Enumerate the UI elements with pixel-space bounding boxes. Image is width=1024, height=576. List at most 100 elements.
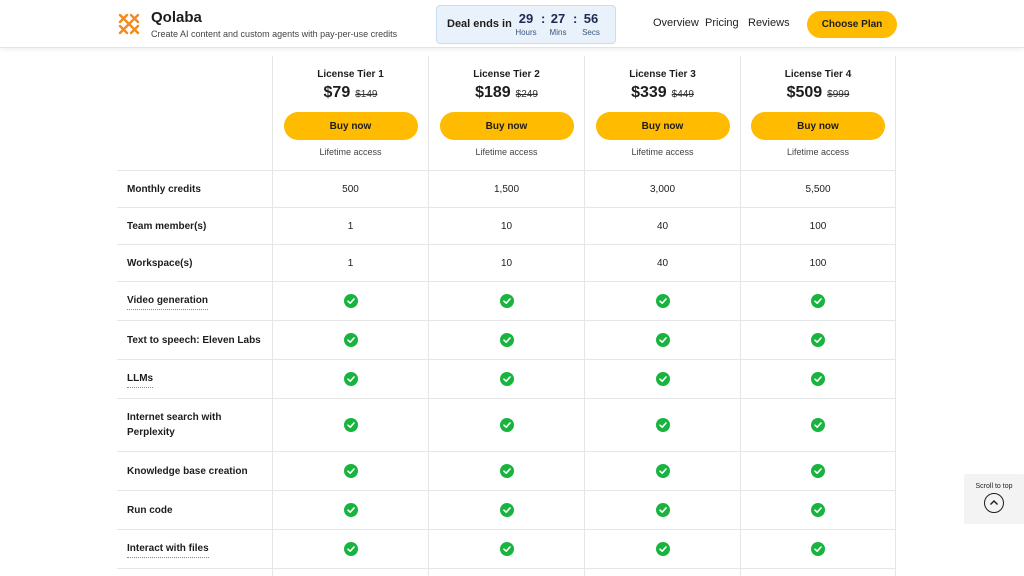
mins-label: Mins [549, 28, 567, 37]
feature-value [741, 569, 896, 576]
feature-check-cell [273, 530, 429, 568]
check-circle-icon [343, 464, 358, 478]
nav-overview[interactable]: Overview [653, 17, 699, 29]
check-circle-icon [811, 294, 825, 308]
buy-now-button[interactable]: Buy now [595, 112, 730, 140]
feature-value: 1 [273, 208, 429, 244]
check-circle-icon [343, 418, 358, 432]
current-price: $189 [475, 84, 511, 101]
check-circle-icon [499, 418, 514, 432]
nav-reviews[interactable]: Reviews [748, 17, 790, 29]
feature-check-cell [585, 399, 741, 451]
feature-label [117, 569, 273, 576]
check-circle-icon [811, 333, 825, 347]
feature-check-cell [429, 282, 585, 320]
feature-label: Run code [117, 491, 273, 529]
check-circle-icon [655, 464, 670, 478]
feature-value [429, 569, 585, 576]
buy-now-button[interactable]: Buy now [439, 112, 574, 140]
tier-4-column: License Tier 4 $509 $999 Buy now Lifetim… [741, 56, 896, 170]
tier-1-column: License Tier 1 $79 $149 Buy now Lifetime… [273, 56, 429, 170]
feature-label[interactable]: Interact with files [117, 530, 273, 568]
feature-value: 100 [741, 245, 896, 281]
check-circle-icon [655, 418, 670, 432]
feature-row-internet-search: Internet search with Perplexity [117, 398, 896, 451]
feature-check-cell [741, 282, 896, 320]
feature-row-monthly-credits: Monthly credits 500 1,500 3,000 5,500 [117, 170, 896, 207]
tier-name: License Tier 3 [629, 69, 696, 80]
empty-corner-cell [117, 56, 273, 170]
feature-check-cell [585, 282, 741, 320]
feature-value: 40 [585, 245, 741, 281]
feature-label: Internet search with Perplexity [117, 399, 273, 451]
lifetime-access-note: Lifetime access [631, 147, 694, 157]
tier-header-row: License Tier 1 $79 $149 Buy now Lifetime… [117, 56, 896, 170]
check-circle-icon [499, 503, 514, 517]
feature-check-cell [741, 530, 896, 568]
check-circle-icon [343, 372, 358, 386]
check-circle-icon [499, 372, 514, 386]
check-circle-icon [655, 294, 670, 308]
original-price: $249 [515, 89, 538, 100]
check-circle-icon [811, 542, 825, 556]
feature-label: Monthly credits [117, 171, 273, 207]
tier-name: License Tier 2 [473, 69, 540, 80]
feature-check-cell [429, 530, 585, 568]
feature-check-cell [741, 452, 896, 490]
tier-2-column: License Tier 2 $189 $249 Buy now Lifetim… [429, 56, 585, 170]
feature-check-cell [585, 530, 741, 568]
lifetime-access-note: Lifetime access [475, 147, 538, 157]
feature-label-text[interactable]: LLMs [127, 371, 154, 388]
tier-name: License Tier 4 [784, 69, 852, 80]
current-price: $509 [786, 84, 823, 101]
feature-check-cell [273, 321, 429, 359]
current-price: $339 [631, 84, 667, 101]
feature-label: Knowledge base creation [117, 452, 273, 490]
feature-check-cell [741, 321, 896, 359]
tier-price: $339 $449 [631, 84, 694, 102]
brand-name[interactable]: Qolaba [151, 9, 202, 26]
feature-label: Text to speech: Eleven Labs [117, 321, 273, 359]
feature-row-knowledge-base: Knowledge base creation [117, 451, 896, 490]
tier-price: $79 $149 [324, 84, 378, 102]
feature-check-cell [585, 321, 741, 359]
feature-label: Team member(s) [117, 208, 273, 244]
check-circle-icon [343, 294, 358, 308]
nav-pricing[interactable]: Pricing [705, 17, 739, 29]
feature-value [585, 569, 741, 576]
buy-now-button[interactable]: Buy now [751, 112, 885, 140]
qolaba-logo-icon[interactable] [117, 12, 141, 36]
tier-price: $189 $249 [475, 84, 538, 102]
feature-value: 500 [273, 171, 429, 207]
feature-value: 100 [741, 208, 896, 244]
feature-check-cell [429, 452, 585, 490]
feature-label-text[interactable]: Interact with files [127, 541, 209, 558]
hours-label: Hours [515, 28, 537, 37]
chevron-up-icon[interactable] [984, 493, 1004, 513]
original-price: $149 [355, 89, 378, 100]
tier-name: License Tier 1 [317, 69, 384, 80]
feature-label[interactable]: LLMs [117, 360, 273, 398]
check-circle-icon [655, 333, 670, 347]
feature-check-cell [273, 360, 429, 398]
check-circle-icon [811, 503, 825, 517]
deal-label: Deal ends in [447, 18, 512, 30]
check-circle-icon [343, 542, 358, 556]
check-circle-icon [655, 372, 670, 386]
feature-label-text[interactable]: Video generation [127, 293, 208, 310]
countdown-hours: 29 Hours [513, 11, 539, 37]
check-circle-icon [811, 372, 825, 386]
feature-check-cell [273, 491, 429, 529]
feature-check-cell [585, 452, 741, 490]
feature-value: 10 [429, 245, 585, 281]
buy-now-button[interactable]: Buy now [283, 112, 418, 140]
feature-label[interactable]: Video generation [117, 282, 273, 320]
secs-label: Secs [582, 28, 600, 37]
choose-plan-button[interactable]: Choose Plan [807, 11, 897, 38]
feature-check-cell [741, 399, 896, 451]
feature-check-cell [429, 321, 585, 359]
tier-3-column: License Tier 3 $339 $449 Buy now Lifetim… [585, 56, 741, 170]
feature-check-cell [741, 360, 896, 398]
scroll-to-top-button[interactable]: Scroll to top [964, 474, 1024, 524]
brand-tagline: Create AI content and custom agents with… [151, 29, 398, 39]
